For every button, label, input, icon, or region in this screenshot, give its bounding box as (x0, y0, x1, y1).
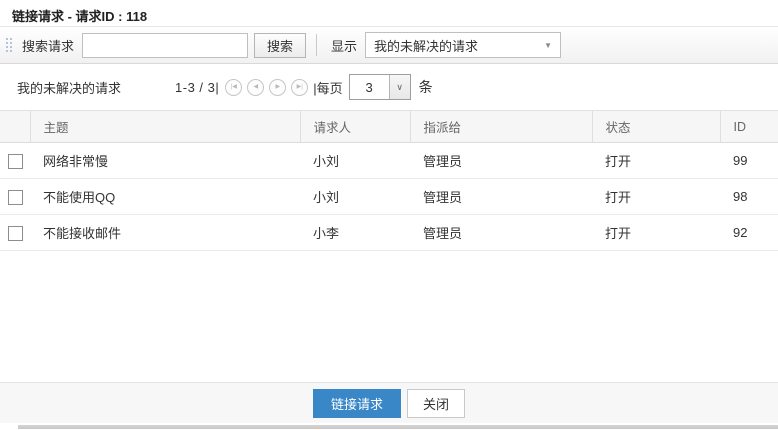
filter-dropdown-value: 我的未解决的请求 (374, 38, 479, 54)
row-checkbox[interactable] (7, 189, 23, 205)
cell-requester: 小李 (300, 214, 410, 251)
cell-requester: 小刘 (300, 178, 410, 215)
cell-id: 92 (720, 214, 778, 251)
cell-assignee: 管理员 (410, 142, 592, 179)
header-requester: 请求人 (299, 110, 410, 143)
content-spacer (0, 251, 778, 382)
page-size-select[interactable]: 3 ∨ (348, 74, 411, 100)
link-request-button[interactable]: 链接请求 (312, 388, 401, 418)
cell-id: 98 (720, 178, 778, 215)
search-toolbar: 搜索请求 搜索 显示 我的未解决的请求 ▼ (0, 27, 778, 64)
pagination-range: 1-3 / 3| (175, 79, 220, 95)
dialog-titlebar: 链接请求 - 请求ID : 118 (0, 0, 778, 27)
cell-assignee: 管理员 (410, 214, 592, 251)
header-subject: 主题 (29, 110, 300, 143)
cell-status: 打开 (592, 142, 720, 179)
search-label: 搜索请求 (22, 38, 75, 54)
header-status: 状态 (591, 110, 720, 143)
cell-subject: 网络非常慢 (30, 142, 300, 179)
table-row[interactable]: 不能使用QQ 小刘 管理员 打开 98 (0, 178, 778, 215)
table-header-row: 主题 请求人 指派给 状态 ID (0, 110, 778, 143)
page-size-value: 3 (349, 75, 389, 99)
pager-controls: |◀ ◀ ▶ ▶| (225, 78, 309, 96)
cell-requester: 小刘 (300, 142, 410, 179)
row-checkbox[interactable] (7, 225, 23, 241)
chevron-down-icon: ∨ (388, 75, 410, 99)
cell-subject: 不能接收邮件 (30, 214, 300, 251)
pagination-bar: 我的未解决的请求 1-3 / 3| |◀ ◀ ▶ ▶| |每页 3 ∨ 条 (0, 64, 778, 110)
cell-assignee: 管理员 (410, 178, 592, 215)
drag-grip-icon[interactable] (6, 38, 12, 52)
cell-subject: 不能使用QQ (30, 178, 300, 215)
requests-table: 主题 请求人 指派给 状态 ID 网络非常慢 小刘 管理员 打开 99 不能使用… (0, 110, 778, 251)
close-button[interactable]: 关闭 (407, 388, 466, 418)
chevron-down-icon: ▼ (544, 40, 553, 50)
show-label: 显示 (331, 38, 358, 54)
dialog-shadow (18, 425, 778, 429)
per-page-label: |每页 (313, 80, 343, 96)
header-checkbox-cell (0, 110, 30, 143)
cell-id: 99 (720, 142, 778, 179)
link-request-dialog: 链接请求 - 请求ID : 118 搜索请求 搜索 显示 我的未解决的请求 ▼ … (0, 0, 778, 430)
view-title: 我的未解决的请求 (17, 80, 122, 96)
last-page-button[interactable]: ▶| (291, 78, 309, 96)
search-button[interactable]: 搜索 (254, 32, 307, 58)
row-checkbox[interactable] (7, 153, 23, 169)
header-id: ID (719, 110, 778, 143)
unit-label: 条 (418, 79, 433, 95)
filter-dropdown[interactable]: 我的未解决的请求 ▼ (365, 32, 562, 58)
first-page-button[interactable]: |◀ (225, 78, 243, 96)
table-row[interactable]: 网络非常慢 小刘 管理员 打开 99 (0, 142, 778, 179)
next-page-button[interactable]: ▶ (269, 78, 287, 96)
header-assignee: 指派给 (409, 110, 592, 143)
prev-page-button[interactable]: ◀ (247, 78, 265, 96)
dialog-bottom-edge (0, 423, 778, 430)
dialog-title: 链接请求 - 请求ID : 118 (12, 9, 148, 24)
cell-status: 打开 (592, 214, 720, 251)
cell-status: 打开 (592, 178, 720, 215)
table-row[interactable]: 不能接收邮件 小李 管理员 打开 92 (0, 214, 778, 251)
dialog-footer: 链接请求 关闭 (0, 382, 778, 423)
toolbar-divider (316, 34, 318, 56)
search-input[interactable] (82, 32, 249, 58)
